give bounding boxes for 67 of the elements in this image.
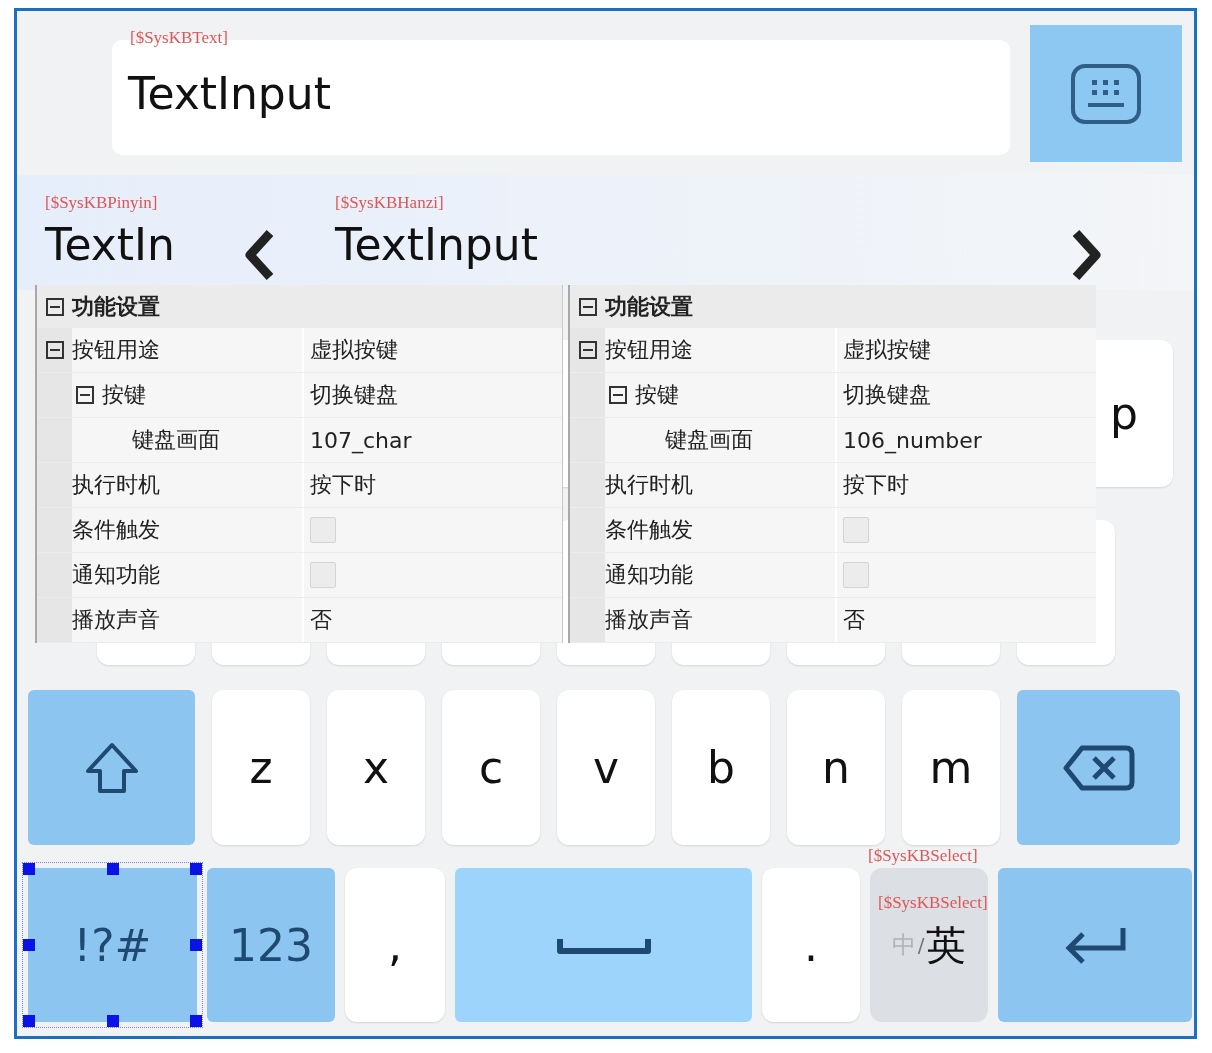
keyboard-key[interactable]: ,	[345, 868, 445, 1022]
keyboard-key[interactable]: n	[787, 690, 885, 845]
variable-tag: [$SysKBSelect]	[868, 846, 978, 866]
property-value: 否	[310, 606, 332, 634]
checkbox[interactable]	[843, 517, 869, 543]
collapse-icon[interactable]	[608, 386, 627, 404]
collapse-icon[interactable]	[45, 297, 64, 316]
property-value: 虚拟按键	[310, 336, 398, 364]
property-value: 107_char	[310, 427, 412, 453]
keyboard-key[interactable]: .	[762, 868, 860, 1022]
collapse-icon[interactable]	[578, 341, 597, 359]
keyboard-icon	[1070, 62, 1142, 125]
keyboard-key[interactable]: b	[672, 690, 770, 845]
checkbox[interactable]	[310, 562, 336, 588]
variable-tag: [$SysKBSelect]	[878, 893, 988, 913]
property-label: 条件触发	[605, 516, 693, 544]
resize-handle[interactable]	[23, 1015, 35, 1027]
checkbox[interactable]	[843, 562, 869, 588]
pinyin-text: TextIn	[45, 218, 176, 272]
keyboard-key[interactable]: x	[327, 690, 425, 845]
enter-key[interactable]	[998, 868, 1192, 1022]
resize-handle[interactable]	[190, 939, 202, 951]
keyboard-key[interactable]: 123	[207, 868, 335, 1022]
property-label: 播放声音	[72, 606, 160, 634]
separator-text: /	[917, 933, 925, 957]
checkbox[interactable]	[310, 517, 336, 543]
resize-handle[interactable]	[23, 863, 35, 875]
keyboard-key[interactable]: !?#	[28, 868, 197, 1022]
shift-key[interactable]	[28, 690, 195, 845]
property-label: 播放声音	[605, 606, 693, 634]
keyboard-key[interactable]: m	[902, 690, 1000, 845]
resize-handle[interactable]	[106, 863, 119, 875]
collapse-icon[interactable]	[45, 341, 64, 359]
property-label: 按键	[635, 381, 679, 409]
resize-handle[interactable]	[190, 863, 202, 875]
property-value: 按下时	[310, 471, 376, 499]
resize-handle[interactable]	[23, 939, 35, 951]
property-label: 按钮用途	[72, 336, 160, 364]
variable-tag: [$SysKBPinyin]	[45, 193, 240, 213]
candidate-text[interactable]: TextInput	[335, 217, 538, 273]
property-value: 否	[843, 606, 865, 634]
keyboard-button[interactable]	[1030, 25, 1182, 162]
property-label: 键盘画面	[132, 426, 220, 454]
property-value: 按下时	[843, 471, 909, 499]
variable-tag: [$SysKBHanzi]	[335, 193, 538, 213]
property-label: 键盘画面	[665, 426, 753, 454]
property-value: 106_number	[843, 427, 982, 453]
collapse-icon[interactable]	[578, 297, 597, 316]
property-label: 执行时机	[72, 471, 160, 499]
property-label: 条件触发	[72, 516, 160, 544]
property-label: 通知功能	[605, 561, 693, 589]
property-value: 切换键盘	[843, 381, 931, 409]
keyboard-key[interactable]: z	[212, 690, 310, 845]
property-label: 按键	[102, 381, 146, 409]
backspace-key[interactable]	[1017, 690, 1180, 845]
property-label: 通知功能	[72, 561, 160, 589]
property-label: 按钮用途	[605, 336, 693, 364]
property-value: 虚拟按键	[843, 336, 931, 364]
property-label: 执行时机	[605, 471, 693, 499]
keyboard-key[interactable]: c	[442, 690, 540, 845]
resize-handle[interactable]	[190, 1015, 202, 1027]
section-title: 功能设置	[72, 292, 160, 321]
property-value: 切换键盘	[310, 381, 398, 409]
collapse-icon[interactable]	[75, 386, 94, 404]
language-option[interactable]: 英	[926, 917, 967, 973]
keyboard-key[interactable]: v	[557, 690, 655, 845]
section-title: 功能设置	[605, 292, 693, 321]
